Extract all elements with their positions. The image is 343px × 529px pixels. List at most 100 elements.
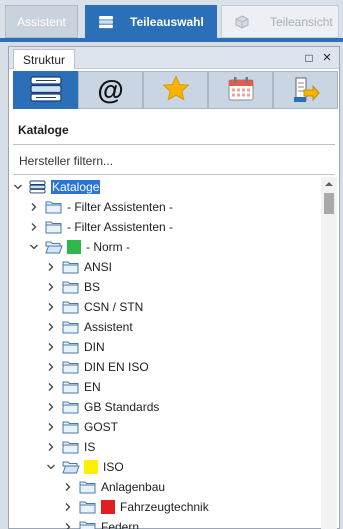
tree-node[interactable]: DIN: [46, 337, 105, 357]
tree-node-label: DIN EN ISO: [84, 360, 149, 374]
tree-node[interactable]: DIN EN ISO: [46, 357, 149, 377]
folder-icon: [79, 480, 97, 494]
chevron-right-icon[interactable]: [63, 522, 73, 529]
tree-node-iso[interactable]: ISO: [46, 457, 124, 477]
folder-icon: [62, 380, 80, 394]
folder-icon: [45, 200, 63, 214]
tree-node-label: IS: [84, 440, 96, 454]
chevron-right-icon[interactable]: [46, 442, 56, 452]
category-marker: [84, 460, 98, 474]
chevron-right-icon[interactable]: [46, 302, 56, 312]
calendar-icon: [227, 76, 255, 105]
chevron-right-icon[interactable]: [46, 422, 56, 432]
export-button[interactable]: [273, 71, 338, 109]
tree-node[interactable]: IS: [46, 437, 95, 457]
catalog-books-icon: [28, 74, 64, 107]
tree-node[interactable]: CSN / STN: [46, 297, 143, 317]
tree-node-label: DIN: [84, 340, 105, 354]
chevron-right-icon[interactable]: [46, 362, 56, 372]
tree-node-label: - Filter Assistenten -: [67, 200, 174, 214]
stacked-books-icon: [29, 180, 47, 194]
folder-icon: [62, 260, 80, 274]
tree-node[interactable]: Anlagenbau: [63, 477, 165, 497]
chevron-down-icon[interactable]: [29, 242, 39, 252]
section-title: Kataloge: [18, 123, 69, 137]
category-marker: [67, 240, 81, 254]
tree-node-label: Federn: [101, 520, 140, 529]
panel-titlebar: Struktur □ ×: [9, 47, 339, 69]
chevron-right-icon[interactable]: [46, 262, 56, 272]
structure-panel: Struktur □ × @ Kataloge Hersteller filte…: [8, 46, 340, 529]
tree-node-label: CSN / STN: [84, 300, 144, 314]
tree-node-norm[interactable]: - Norm -: [29, 237, 130, 257]
tree-node[interactable]: GOST: [46, 417, 118, 437]
chevron-right-icon[interactable]: [29, 222, 39, 232]
maximize-icon[interactable]: □: [302, 51, 316, 65]
catalog-books-button[interactable]: [13, 71, 78, 109]
chevron-right-icon[interactable]: [46, 402, 56, 412]
tree-node[interactable]: - Filter Assistenten -: [29, 197, 173, 217]
tab-assistent[interactable]: Assistent: [5, 5, 78, 38]
cube-icon: [234, 14, 250, 29]
tree-node-label: BS: [84, 280, 101, 294]
tree-node-kataloge[interactable]: Kataloge: [13, 177, 101, 197]
tree-node-label: EN: [84, 380, 101, 394]
tab-underline: [0, 38, 343, 42]
tab-label: Assistent: [17, 14, 66, 29]
divider: [13, 174, 335, 175]
catalog-tree: Kataloge - Filter Assistenten - - Filter…: [9, 177, 321, 529]
tab-teileansicht[interactable]: Teileansicht: [221, 5, 339, 38]
manufacturer-filter-input[interactable]: [13, 147, 335, 174]
tree-node-label: Fahrzeugtechnik: [120, 500, 209, 514]
tree-node-label: - Norm -: [86, 240, 130, 254]
chevron-right-icon[interactable]: [46, 342, 56, 352]
tab-teileauswahl[interactable]: Teileauswahl: [85, 5, 217, 38]
folder-icon: [62, 420, 80, 434]
tree-node-label: ANSI: [84, 260, 113, 274]
tree-node[interactable]: EN: [46, 377, 101, 397]
tree-node[interactable]: Assistent: [46, 317, 133, 337]
chevron-down-icon[interactable]: [13, 182, 23, 192]
tree-node[interactable]: GB Standards: [46, 397, 159, 417]
scroll-up-arrow-icon[interactable]: [321, 177, 337, 191]
tree-node-label: Assistent: [84, 320, 133, 334]
folder-icon: [62, 360, 80, 374]
panel-tab-struktur[interactable]: Struktur: [13, 49, 75, 69]
tree-node-label: GB Standards: [84, 400, 160, 414]
tree-node-label: ISO: [103, 460, 124, 474]
close-icon[interactable]: ×: [320, 50, 334, 65]
chevron-right-icon[interactable]: [63, 502, 73, 512]
tree-node-label: - Filter Assistenten -: [67, 220, 174, 234]
tab-label: Teileansicht: [270, 14, 333, 29]
chevron-right-icon[interactable]: [63, 482, 73, 492]
tree-node-label: Anlagenbau: [101, 480, 166, 494]
chevron-right-icon[interactable]: [46, 282, 56, 292]
scrollbar-thumb[interactable]: [324, 193, 334, 214]
tree-node[interactable]: Federn: [63, 517, 139, 529]
folder-icon: [62, 340, 80, 354]
tree-node-label: GOST: [84, 420, 119, 434]
at-sign-button[interactable]: @: [78, 71, 143, 109]
at-sign-icon: @: [97, 74, 124, 105]
star-icon: [162, 75, 190, 105]
tree-node[interactable]: BS: [46, 277, 100, 297]
category-marker: [101, 500, 115, 514]
calendar-button[interactable]: [208, 71, 273, 109]
chevron-right-icon[interactable]: [46, 382, 56, 392]
folder-open-icon: [62, 460, 80, 474]
folder-icon: [62, 400, 80, 414]
tree-node[interactable]: Fahrzeugtechnik: [63, 497, 209, 517]
tree-node[interactable]: - Filter Assistenten -: [29, 217, 173, 237]
folder-icon: [62, 440, 80, 454]
folder-icon: [45, 220, 63, 234]
chevron-down-icon[interactable]: [46, 462, 56, 472]
folder-icon: [62, 300, 80, 314]
folder-icon: [79, 500, 97, 514]
chevron-right-icon[interactable]: [29, 202, 39, 212]
favorites-button[interactable]: [143, 71, 208, 109]
tree-scrollbar[interactable]: [321, 177, 337, 529]
export-icon: [291, 75, 321, 106]
tree-node[interactable]: ANSI: [46, 257, 112, 277]
folder-open-icon: [45, 240, 63, 254]
chevron-right-icon[interactable]: [46, 322, 56, 332]
